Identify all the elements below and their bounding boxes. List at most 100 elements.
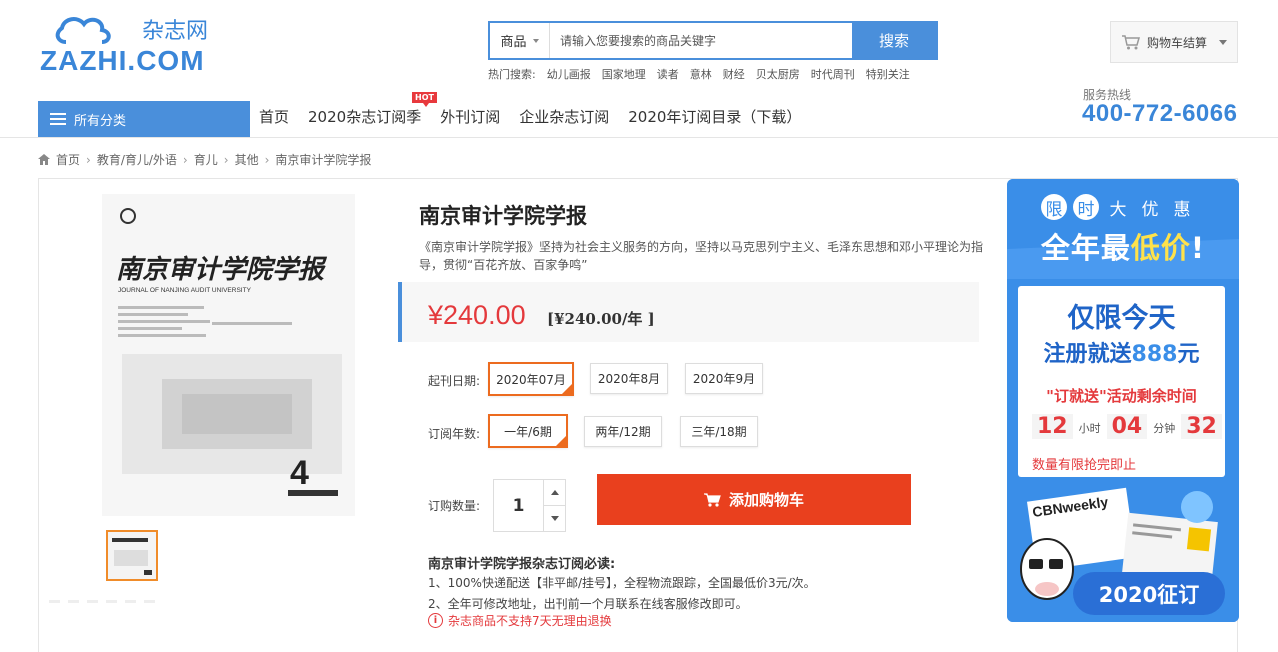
hot-term[interactable]: 意林 bbox=[690, 66, 712, 82]
start-date-option[interactable]: 2020年9月 bbox=[685, 363, 763, 394]
nav-item-catalog[interactable]: 2020年订阅目录（下载） bbox=[628, 106, 801, 127]
breadcrumb: 首页 › 教育/育儿/外语 › 育儿 › 其他 › 南京审计学院学报 bbox=[38, 151, 371, 168]
promo-countdown: 12 小时 04 分钟 32 bbox=[1032, 414, 1222, 439]
search-input[interactable] bbox=[550, 23, 852, 58]
chevron-down-icon bbox=[1219, 39, 1227, 45]
price-per-year: [¥240.00/年 ] bbox=[547, 310, 655, 328]
promo-char: 大 bbox=[1109, 199, 1127, 220]
countdown-unit: 小时 bbox=[1078, 422, 1101, 435]
chevron-right-icon: › bbox=[86, 152, 91, 167]
nav-item-subscription-season[interactable]: 2020杂志订阅季 bbox=[308, 106, 421, 127]
logo-cn: 杂志网 bbox=[142, 19, 208, 44]
service-phone: 400-772-6066 bbox=[1082, 100, 1238, 127]
add-to-cart-button[interactable]: 添加购物车 bbox=[597, 474, 911, 525]
breadcrumb-item[interactable]: 其他 bbox=[235, 151, 259, 168]
promo-char: 时 bbox=[1073, 194, 1099, 220]
promo-headline: 全年最低价! bbox=[1040, 231, 1206, 265]
promo-small-chars: 限 时 大 优 惠 bbox=[1041, 194, 1195, 220]
shopping-cart-icon bbox=[703, 492, 721, 507]
add-to-cart-label: 添加购物车 bbox=[728, 491, 804, 509]
shopping-cart-icon bbox=[1121, 35, 1140, 50]
search-button[interactable]: 搜索 bbox=[852, 23, 936, 58]
product-price: ¥240.00 bbox=[428, 300, 526, 330]
cover-thumbnail[interactable] bbox=[106, 530, 158, 581]
site-logo[interactable]: 杂志网 ZAZHI.COM bbox=[38, 14, 230, 76]
chevron-right-icon: › bbox=[223, 152, 229, 167]
start-date-label: 起刊日期: bbox=[428, 374, 481, 388]
nav-item-enterprise[interactable]: 企业杂志订阅 bbox=[519, 106, 609, 127]
cart-label: 购物车结算 bbox=[1146, 35, 1207, 50]
return-warning-text: 杂志商品不支持7天无理由退换 bbox=[448, 614, 612, 628]
nav-divider bbox=[0, 137, 1278, 138]
years-label: 订阅年数: bbox=[428, 427, 481, 441]
return-warning: i 杂志商品不支持7天无理由退换 bbox=[428, 612, 612, 629]
quantity-input[interactable]: 1 bbox=[494, 480, 543, 531]
cover-title: 南京审计学院学报 bbox=[116, 255, 328, 285]
breadcrumb-item[interactable]: 首页 bbox=[56, 151, 80, 168]
promo-countdown-title: "订就送"活动剩余时间 bbox=[1046, 387, 1197, 405]
promo-char: 惠 bbox=[1173, 199, 1191, 220]
breadcrumb-item[interactable]: 教育/育儿/外语 bbox=[97, 151, 177, 168]
cover-image[interactable]: 南京审计学院学报 JOURNAL OF NANJING AUDIT UNIVER… bbox=[102, 194, 355, 516]
hot-search: 热门搜索: 幼儿画报 国家地理 读者 意林 财经 贝太厨房 时代周刊 特别关注 bbox=[488, 66, 910, 82]
promo-today: 仅限今天 bbox=[1067, 303, 1176, 334]
product-description: 《南京审计学院学报》坚持为社会主义服务的方向，坚持以马克思列宁主义、毛泽东思想和… bbox=[419, 240, 984, 272]
countdown-unit: 分钟 bbox=[1153, 422, 1176, 435]
hot-term[interactable]: 特别关注 bbox=[866, 66, 910, 82]
promo-limited: 数量有限抢完即止 bbox=[1032, 458, 1137, 473]
menu-icon bbox=[50, 113, 66, 125]
all-categories-label: 所有分类 bbox=[74, 113, 127, 129]
main-nav: 首页 2020杂志订阅季 外刊订阅 企业杂志订阅 2020年订阅目录（下载） bbox=[259, 106, 801, 127]
chevron-down-icon bbox=[532, 38, 539, 43]
hot-term[interactable]: 财经 bbox=[723, 66, 745, 82]
quantity-increment[interactable] bbox=[544, 480, 565, 506]
quantity-stepper: 1 bbox=[493, 479, 566, 532]
breadcrumb-current: 南京审计学院学报 bbox=[275, 153, 372, 167]
quantity-label: 订购数量: bbox=[428, 499, 481, 513]
cover-subtitle: JOURNAL OF NANJING AUDIT UNIVERSITY bbox=[118, 287, 252, 294]
years-option[interactable]: 一年/6期 bbox=[488, 414, 568, 448]
nav-item-foreign[interactable]: 外刊订阅 bbox=[440, 106, 500, 127]
promo-char: 限 bbox=[1041, 194, 1067, 220]
logo-en: ZAZHI.COM bbox=[40, 45, 205, 76]
hot-search-label: 热门搜索: bbox=[488, 68, 536, 81]
years-option[interactable]: 三年/18期 bbox=[680, 416, 758, 447]
promo-char: 优 bbox=[1141, 199, 1159, 220]
info-icon: i bbox=[428, 613, 443, 628]
note-line: 1、100%快递配送【非平邮/挂号】，全程物流跟踪，全国最低价3元/次。 bbox=[428, 576, 816, 590]
promo-banner[interactable]: 限 时 大 优 惠 全年最低价! 仅限今天 注册就送888元 "订就送"活动剩余… bbox=[1007, 179, 1239, 622]
search-bar: 商品 搜索 bbox=[488, 21, 938, 60]
countdown-hours: 12 bbox=[1032, 414, 1073, 439]
hot-term[interactable]: 贝太厨房 bbox=[756, 66, 800, 82]
product-title: 南京审计学院学报 bbox=[419, 204, 587, 228]
nav-item-home[interactable]: 首页 bbox=[259, 106, 289, 127]
home-icon bbox=[38, 154, 50, 165]
notes-title: 南京审计学院学报杂志订阅必读: bbox=[428, 557, 616, 572]
thumbnail-pager bbox=[49, 600, 155, 603]
promo-register-bonus: 注册就送888元 bbox=[1043, 342, 1200, 367]
countdown-minutes: 04 bbox=[1106, 414, 1148, 439]
hot-term[interactable]: 读者 bbox=[657, 66, 679, 82]
cover-issue: 4 bbox=[290, 454, 309, 492]
hot-term[interactable]: 幼儿画报 bbox=[547, 66, 591, 82]
promo-cta-button[interactable]: 2020征订 bbox=[1073, 572, 1225, 615]
chevron-down-icon bbox=[550, 516, 559, 521]
hot-term[interactable]: 时代周刊 bbox=[811, 66, 855, 82]
quantity-decrement[interactable] bbox=[544, 506, 565, 531]
chevron-right-icon: › bbox=[264, 152, 270, 167]
countdown-seconds: 32 bbox=[1181, 414, 1222, 439]
chevron-up-icon bbox=[550, 490, 559, 495]
promo-card: 仅限今天 注册就送888元 "订就送"活动剩余时间 12 小时 04 分钟 32… bbox=[1018, 286, 1225, 477]
breadcrumb-item[interactable]: 育儿 bbox=[194, 151, 218, 168]
hot-badge: HOT bbox=[412, 92, 437, 107]
chevron-right-icon: › bbox=[182, 152, 188, 167]
search-category-label: 商品 bbox=[500, 35, 527, 50]
note-line: 2、全年可修改地址，出刊前一个月联系在线客服修改即可。 bbox=[428, 597, 748, 611]
hot-term[interactable]: 国家地理 bbox=[602, 66, 646, 82]
search-category-select[interactable]: 商品 bbox=[490, 23, 550, 58]
years-option[interactable]: 两年/12期 bbox=[584, 416, 662, 447]
start-date-option[interactable]: 2020年07月 bbox=[488, 362, 574, 396]
start-date-option[interactable]: 2020年8月 bbox=[590, 363, 668, 394]
cart-button[interactable]: 购物车结算 bbox=[1110, 21, 1238, 63]
all-categories-button[interactable]: 所有分类 bbox=[38, 101, 250, 137]
